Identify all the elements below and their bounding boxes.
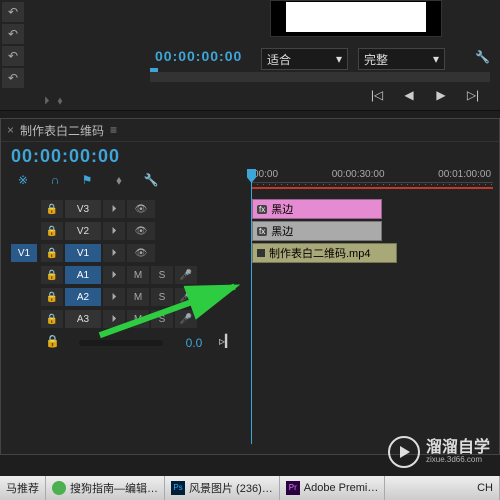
mute-button[interactable]: M — [127, 266, 149, 284]
step-back-button[interactable]: ◀ — [402, 88, 416, 102]
source-patch-v1[interactable]: V1 — [11, 244, 37, 262]
fx-badge: fx — [257, 227, 267, 236]
fit-dropdown[interactable]: 适合▾ — [261, 48, 348, 70]
sync-lock-icon[interactable]: ⏵ — [103, 222, 125, 240]
mute-button[interactable]: M — [127, 310, 149, 328]
lock-icon[interactable]: 🔒 — [45, 334, 67, 352]
zoom-value[interactable]: 0.0 — [175, 336, 213, 350]
track-v1: V1 🔒 V1 ⏵ 👁 — [11, 243, 241, 263]
tab-menu-icon[interactable]: ≡ — [110, 123, 117, 137]
play-circle-icon — [388, 436, 420, 468]
zoom-slider[interactable] — [79, 340, 163, 346]
clip-label: 黑边 — [271, 223, 293, 239]
chevron-down-icon: ▾ — [433, 52, 439, 66]
taskbar: 马推荐 搜狗指南—编辑… Ps 风景图片 (236)… Pr Adobe Pre… — [0, 476, 500, 500]
lock-icon[interactable]: 🔒 — [41, 200, 63, 218]
snap-icon[interactable]: ※ — [15, 173, 31, 188]
track-v2: 🔒 V2 ⏵ 👁 — [11, 221, 241, 241]
sync-lock-icon[interactable]: ⏵ — [103, 266, 125, 284]
watermark: 溜溜自学 zixue.3d66.com — [388, 436, 490, 468]
taskbar-item[interactable]: Ps 风景图片 (236)… — [165, 476, 280, 500]
settings-icon[interactable]: 🔧 — [475, 50, 490, 64]
track-label[interactable]: A3 — [65, 310, 101, 328]
lock-icon[interactable]: 🔒 — [41, 222, 63, 240]
taskbar-item[interactable]: Pr Adobe Premi… — [280, 476, 386, 500]
lock-icon[interactable]: 🔒 — [41, 310, 63, 328]
solo-button[interactable]: S — [151, 266, 173, 284]
program-scrubber[interactable] — [150, 72, 490, 82]
mini-icon[interactable]: ⏵ — [44, 95, 50, 108]
toggle-output-icon[interactable]: 👁 — [127, 244, 155, 262]
close-tab-icon[interactable]: × — [7, 123, 14, 137]
track-label[interactable]: A2 — [65, 288, 101, 306]
magnet-icon[interactable]: ∩ — [47, 173, 63, 188]
go-to-in-button[interactable]: |◁ — [370, 88, 384, 102]
voice-record-icon[interactable]: 🎤 — [175, 266, 197, 284]
program-monitor — [270, 0, 442, 37]
solo-button[interactable]: S — [151, 310, 173, 328]
program-timecode[interactable]: 00:00:00:00 — [155, 48, 242, 64]
lock-icon[interactable]: 🔒 — [41, 288, 63, 306]
sync-lock-icon[interactable]: ⏵ — [103, 310, 125, 328]
sequence-tab[interactable]: 制作表白二维码 — [20, 122, 104, 139]
undo-icon[interactable]: ↶ — [2, 46, 24, 66]
sync-lock-icon[interactable]: ⏵ — [103, 244, 125, 262]
undo-icon[interactable]: ↶ — [2, 2, 24, 22]
jump-icon[interactable]: ▹▎ — [219, 334, 241, 352]
chevron-down-icon: ▾ — [336, 52, 342, 66]
toggle-output-icon[interactable]: 👁 — [127, 200, 155, 218]
clip-label: 制作表白二维码.mp4 — [269, 245, 370, 261]
ruler-label: 00:00 — [253, 169, 278, 180]
zoom-dropdown[interactable]: 完整▾ — [358, 48, 445, 70]
solo-button[interactable]: S — [151, 288, 173, 306]
ruler-label: 00:01:00:00 — [438, 169, 491, 180]
track-label[interactable]: V3 — [65, 200, 101, 218]
voice-record-icon[interactable]: 🎤 — [175, 288, 197, 306]
time-ruler[interactable] — [251, 182, 493, 193]
track-label[interactable]: V1 — [65, 244, 101, 262]
watermark-sub: zixue.3d66.com — [426, 456, 490, 464]
clip-label: 黑边 — [271, 201, 293, 217]
lock-icon[interactable]: 🔒 — [41, 244, 63, 262]
fx-badge: fx — [257, 205, 267, 214]
track-label[interactable]: A1 — [65, 266, 101, 284]
track-a1: 🔒 A1 ⏵ M S 🎤 — [11, 265, 241, 285]
timeline-settings-icon[interactable]: 🔧 — [143, 173, 159, 188]
clip-thumb-icon — [257, 249, 265, 257]
mini-icon[interactable]: ⬧ — [58, 95, 63, 108]
toggle-output-icon[interactable]: 👁 — [127, 222, 155, 240]
mute-button[interactable]: M — [127, 288, 149, 306]
lock-icon[interactable]: 🔒 — [41, 266, 63, 284]
clip-v2[interactable]: fx 黑边 — [252, 221, 382, 241]
sync-lock-icon[interactable]: ⏵ — [103, 288, 125, 306]
track-a2: 🔒 A2 ⏵ M S 🎤 — [11, 287, 241, 307]
ruler-label: 00:00:30:00 — [332, 169, 385, 180]
taskbar-item[interactable]: 马推荐 — [0, 476, 46, 500]
marker-icon[interactable]: ⬧ — [111, 173, 127, 188]
undo-icon[interactable]: ↶ — [2, 68, 24, 88]
voice-record-icon[interactable]: 🎤 — [175, 310, 197, 328]
track-label[interactable]: V2 — [65, 222, 101, 240]
clip-v3[interactable]: fx 黑边 — [252, 199, 382, 219]
watermark-title: 溜溜自学 — [426, 440, 490, 456]
linked-selection-icon[interactable]: ⚑ — [79, 173, 95, 188]
sync-lock-icon[interactable]: ⏵ — [103, 200, 125, 218]
step-forward-button[interactable]: ▷| — [466, 88, 480, 102]
timeline-timecode[interactable]: 00:00:00:00 — [1, 142, 499, 171]
track-v3: 🔒 V3 ⏵ 👁 — [11, 199, 241, 219]
clip-v1[interactable]: 制作表白二维码.mp4 — [252, 243, 397, 263]
play-button[interactable]: ▶ — [434, 88, 448, 102]
track-a3: 🔒 A3 ⏵ M S 🎤 — [11, 309, 241, 329]
taskbar-item[interactable]: 搜狗指南—编辑… — [46, 476, 165, 500]
ime-indicator[interactable]: CH — [471, 476, 500, 500]
undo-icon[interactable]: ↶ — [2, 24, 24, 44]
